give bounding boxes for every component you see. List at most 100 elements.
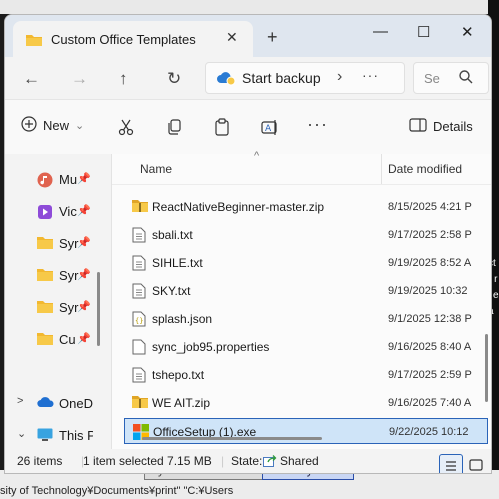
pin-icon: 📌 (77, 205, 91, 217)
search-box[interactable]: Se (413, 62, 489, 94)
navigation-pane-scrollbar[interactable] (97, 272, 100, 346)
sort-ascending-icon: ^ (254, 150, 260, 162)
forward-icon[interactable]: → (71, 69, 88, 89)
details-pane-button[interactable]: Details (409, 118, 473, 135)
file-name: tshepo.txt (152, 368, 205, 382)
selection-info: 1 item selected 7.15 MB (83, 454, 212, 468)
file-row[interactable]: WE AIT.zip 9/16/2025 7:40 A (124, 390, 488, 416)
paste-icon[interactable] (213, 118, 231, 139)
copy-icon[interactable] (165, 118, 183, 139)
details-label: Details (433, 119, 473, 134)
column-header-name[interactable]: Name (140, 162, 172, 176)
file-date: 9/19/2025 10:32 (388, 285, 468, 297)
sidebar-item-label: This P (59, 428, 93, 443)
chevron-down-icon: ⌄ (75, 120, 85, 132)
file-date: 9/22/2025 10:12 (389, 426, 469, 438)
tab-title: Custom Office Templates (51, 32, 196, 47)
file-list: ^ Name Date modified ReactNativeBeginner… (112, 150, 491, 449)
pin-icon: 📌 (77, 237, 91, 249)
details-view-icon (446, 461, 456, 471)
file-row[interactable]: ReactNativeBeginner-master.zip 8/15/2025… (124, 194, 488, 220)
back-icon[interactable]: ← (23, 69, 40, 89)
new-label: New (43, 118, 70, 133)
address-more-icon[interactable]: ··· (362, 67, 379, 83)
file-date: 9/16/2025 7:40 A (388, 397, 472, 409)
vertical-scrollbar[interactable] (485, 334, 488, 402)
state-value: Shared (280, 454, 319, 468)
folder-icon (25, 33, 43, 50)
pin-icon: 📌 (77, 269, 91, 281)
sidebar-item-sync-folder-3[interactable]: Syr 📌 (5, 294, 105, 320)
background-app: Sync Drives/Folders Save Sync Job sity o… (0, 460, 499, 499)
sidebar-item-this-pc[interactable]: ⌄ This P (5, 422, 105, 448)
sidebar-item-label: OneD (59, 396, 93, 411)
file-name: SKY.txt (152, 284, 191, 298)
zip-folder-icon (132, 199, 148, 216)
address-text[interactable]: Start backup (242, 70, 321, 86)
text-file-icon (132, 367, 146, 386)
chevron-right-icon[interactable]: › (337, 68, 342, 86)
onedrive-icon (37, 396, 54, 410)
pin-icon: 📌 (77, 333, 91, 345)
navigation-bar: ← → ↑ ↻ Start backup › ··· Se (5, 57, 491, 99)
tiles-view-button[interactable] (465, 454, 487, 473)
address-bar[interactable]: Start backup › ··· (205, 62, 405, 94)
folder-icon (37, 300, 53, 314)
file-date: 9/17/2025 2:59 P (388, 369, 472, 381)
chevron-right-icon[interactable]: > (17, 395, 23, 407)
plus-circle-icon (21, 116, 37, 135)
sidebar-item-onedrive[interactable]: > OneD (5, 390, 105, 416)
file-icon (132, 339, 146, 358)
search-placeholder: Se (424, 71, 440, 86)
tab-custom-office-templates[interactable]: Custom Office Templates ✕ (13, 21, 253, 57)
folder-icon (37, 236, 53, 250)
sidebar-item-sync-folder-2[interactable]: Syr 📌 (5, 262, 105, 288)
status-bar: 26 items | 1 item selected 7.15 MB | Sta… (5, 449, 491, 473)
file-date: 9/17/2025 2:58 P (388, 229, 472, 241)
music-icon (37, 172, 53, 188)
column-divider[interactable] (381, 154, 382, 184)
file-row[interactable]: {} splash.json 9/1/2025 12:38 P (124, 306, 488, 332)
video-icon (37, 204, 53, 219)
minimize-button[interactable]: — (373, 23, 388, 40)
file-row[interactable]: SKY.txt 9/19/2025 10:32 (124, 278, 488, 304)
file-row[interactable]: sbali.txt 9/17/2025 2:58 P (124, 222, 488, 248)
cut-icon[interactable] (117, 118, 135, 139)
file-row[interactable]: SIHLE.txt 9/19/2025 8:52 A (124, 250, 488, 276)
svg-text:{}: {} (135, 317, 143, 325)
cloud-backup-icon (216, 70, 236, 89)
file-name: splash.json (152, 312, 213, 326)
more-options-icon[interactable]: ··· (307, 114, 328, 135)
sidebar-item-videos[interactable]: Vic 📌 (5, 198, 105, 224)
file-row[interactable]: sync_job95.properties 9/16/2025 8:40 A (124, 334, 488, 360)
file-explorer-window: Custom Office Templates ✕ + — ☐ ✕ ← → ↑ … (4, 14, 492, 474)
details-view-button[interactable] (439, 454, 463, 473)
text-file-icon (132, 255, 146, 274)
command-bar: New ⌄ A ··· Details (5, 99, 491, 155)
file-row-selected[interactable]: OfficeSetup (1).exe 9/22/2025 10:12 (124, 418, 488, 444)
chevron-down-icon[interactable]: ⌄ (17, 427, 26, 440)
rename-icon[interactable]: A (261, 118, 279, 139)
sidebar-item-custom-office-templates[interactable]: Cu 📌 (5, 326, 105, 352)
state-label: State: (231, 454, 263, 468)
maximize-button[interactable]: ☐ (417, 23, 430, 41)
up-icon[interactable]: ↑ (119, 69, 128, 89)
sidebar-item-music[interactable]: Mu 📌 (5, 166, 105, 192)
item-count: 26 items (17, 454, 63, 468)
column-header-date-modified[interactable]: Date modified (388, 162, 462, 176)
new-button[interactable]: New ⌄ (21, 116, 84, 135)
horizontal-scrollbar[interactable] (142, 437, 322, 440)
file-date: 9/19/2025 8:52 A (388, 257, 472, 269)
new-tab-button[interactable]: + (267, 27, 278, 48)
file-name: WE AIT.zip (152, 396, 211, 410)
sidebar-item-sync-folder-1[interactable]: Syr 📌 (5, 230, 105, 256)
file-row[interactable]: tshepo.txt 9/17/2025 2:59 P (124, 362, 488, 388)
refresh-icon[interactable]: ↻ (167, 69, 181, 89)
file-name: sync_job95.properties (152, 340, 270, 354)
pin-icon: 📌 (77, 173, 91, 185)
close-window-button[interactable]: ✕ (461, 23, 474, 41)
search-icon[interactable] (458, 69, 474, 88)
file-name: SIHLE.txt (152, 256, 203, 270)
file-date: 9/1/2025 12:38 P (388, 313, 472, 325)
close-tab-icon[interactable]: ✕ (226, 29, 238, 46)
